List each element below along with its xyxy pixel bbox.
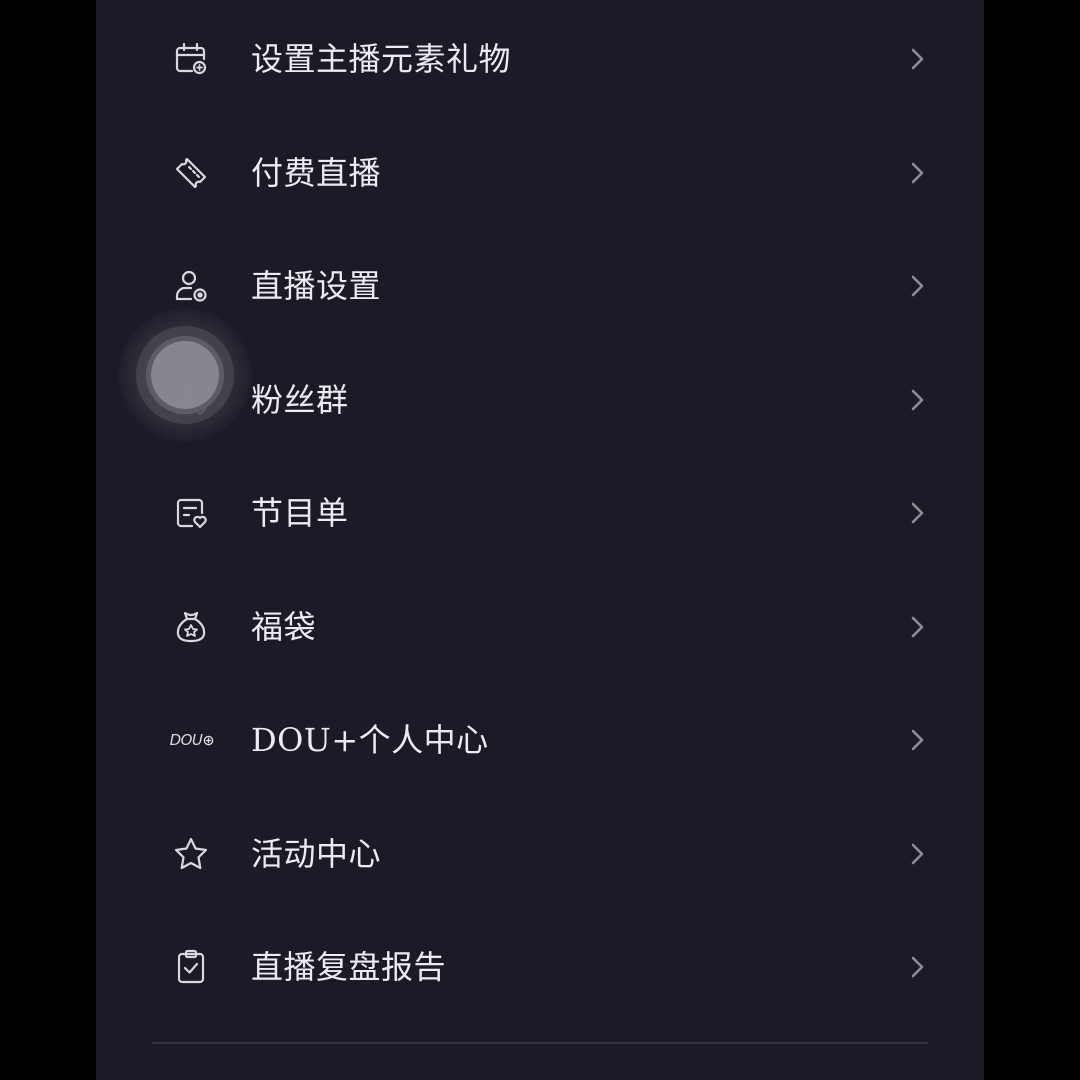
- chevron-right-icon: [902, 612, 932, 642]
- menu-item-anchor-gift[interactable]: 设置主播元素礼物: [96, 2, 984, 116]
- dou-plus-icon: DOU: [168, 721, 216, 759]
- menu-item-label: 设置主播元素礼物: [251, 40, 512, 78]
- menu-item-fan-group[interactable]: 粉丝群: [96, 343, 984, 457]
- menu-item-label: 活动中心: [251, 834, 382, 873]
- menu-item-dou-plus[interactable]: DOU DOU+个人中心: [96, 683, 984, 797]
- program-list-icon: [172, 494, 210, 532]
- chevron-right-icon: [902, 839, 932, 869]
- dou-plus-icon-text: DOU: [169, 731, 203, 749]
- menu-item-label: 直播设置: [251, 267, 382, 305]
- user-settings-icon: [172, 267, 210, 305]
- menu-item-program-list[interactable]: 节目单: [96, 456, 984, 570]
- menu-item-live-settings[interactable]: 直播设置: [96, 229, 984, 343]
- chevron-right-icon: [902, 498, 932, 528]
- menu-item-paid-live[interactable]: 付费直播: [96, 116, 984, 230]
- gift-calendar-icon: [172, 40, 210, 78]
- clipboard-check-icon: [172, 948, 210, 986]
- menu-item-label: 节目单: [251, 494, 349, 532]
- ticket-icon: [172, 154, 210, 192]
- settings-panel: 设置主播元素礼物 付费直播 直播设置 粉丝群 节目单 福袋 DOU DOU+个人…: [96, 0, 984, 1080]
- menu-item-label: 直播复盘报告: [251, 948, 447, 986]
- menu-item-activity-center[interactable]: 活动中心: [96, 797, 984, 911]
- chevron-right-icon: [902, 385, 932, 415]
- chevron-right-icon: [902, 271, 932, 301]
- menu-item-label: 付费直播: [251, 153, 382, 192]
- menu-list: 设置主播元素礼物 付费直播 直播设置 粉丝群 节目单 福袋 DOU DOU+个人…: [96, 2, 984, 1024]
- divider: [152, 1042, 928, 1044]
- lucky-bag-icon: [172, 608, 210, 646]
- screen: 设置主播元素礼物 付费直播 直播设置 粉丝群 节目单 福袋 DOU DOU+个人…: [0, 0, 1080, 1080]
- menu-item-lucky-bag[interactable]: 福袋: [96, 570, 984, 684]
- chevron-right-icon: [902, 158, 932, 188]
- menu-item-label: DOU+个人中心: [251, 721, 489, 759]
- chevron-right-icon: [902, 725, 932, 755]
- menu-item-live-review-report[interactable]: 直播复盘报告: [96, 910, 984, 1024]
- user-heart-icon: [172, 381, 210, 419]
- chevron-right-icon: [902, 44, 932, 74]
- menu-item-label: 粉丝群: [251, 380, 349, 419]
- menu-item-label: 福袋: [251, 607, 317, 646]
- star-icon: [172, 835, 210, 873]
- chevron-right-icon: [902, 952, 932, 982]
